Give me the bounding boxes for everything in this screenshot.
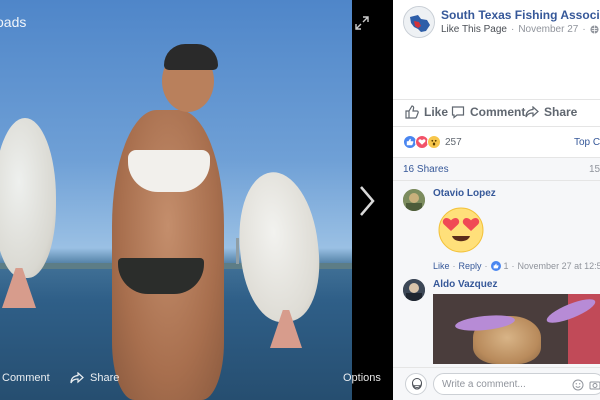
commenter-avatar[interactable] xyxy=(403,189,425,211)
comment-composer xyxy=(393,367,600,400)
downloads-label[interactable]: oads xyxy=(0,14,26,30)
share-button[interactable]: Share xyxy=(525,105,577,119)
photo-person-cap xyxy=(164,44,218,70)
post-stats-row: 16 Shares 15 xyxy=(393,157,600,181)
share-label: Share xyxy=(544,105,578,119)
photo-options-button[interactable]: Options xyxy=(343,372,381,384)
comment-author-link[interactable]: Otavio Lopez xyxy=(433,188,496,199)
comment-like-count: 1 xyxy=(503,261,509,271)
comment-bubble-icon xyxy=(451,106,465,119)
photo-share-label: Share xyxy=(90,372,120,384)
comment-gif-attachment[interactable] xyxy=(433,294,600,364)
like-page-link[interactable]: Like This Page xyxy=(441,24,507,35)
top-comments-dropdown[interactable]: Top Co xyxy=(574,137,600,148)
photo-person-bottoms xyxy=(118,258,204,294)
commenter-avatar[interactable] xyxy=(403,279,425,301)
photo-fish-left xyxy=(0,118,56,278)
comment-meta: Like · Reply · 1 · November 27 at 12:53 xyxy=(433,261,600,271)
shares-count-link[interactable]: 16 Shares xyxy=(403,164,449,175)
post-side-panel: South Texas Fishing Association Like Thi… xyxy=(393,0,600,400)
comment-meta-dot-3: · xyxy=(511,261,515,271)
like-button[interactable]: Like xyxy=(405,105,448,119)
comment-like-link[interactable]: Like xyxy=(433,261,450,271)
wow-reaction-icon xyxy=(427,135,441,149)
photo-fish-right xyxy=(232,168,326,326)
post-photo[interactable] xyxy=(0,0,352,400)
page-avatar[interactable] xyxy=(403,6,435,38)
reactions-summary[interactable]: 257 xyxy=(403,134,462,150)
post-action-bar: Like Comment Share xyxy=(393,99,600,127)
comment-meta-dot: · xyxy=(452,261,456,271)
like-label: Like xyxy=(424,105,449,119)
emoji-picker-icon[interactable] xyxy=(572,378,584,391)
comment-meta-dot-2: · xyxy=(484,261,488,271)
comments-list: Otavio Lopez Like · Reply · 1 · November… xyxy=(393,181,600,367)
photo-person-top xyxy=(128,150,210,192)
comment-like-count-icon xyxy=(490,261,501,271)
meta-separator-2: · xyxy=(582,24,586,35)
comment-author-link[interactable]: Aldo Vazquez xyxy=(433,279,497,290)
photo-comment-button[interactable]: Comment xyxy=(2,372,50,384)
photo-actions-bar: Comment Share Options xyxy=(0,366,381,392)
texas-flag-logo-icon xyxy=(404,7,434,37)
photo-share-button[interactable]: Share xyxy=(70,372,119,384)
current-user-avatar xyxy=(405,373,427,395)
page-name-link[interactable]: South Texas Fishing Association xyxy=(441,8,600,22)
share-arrow-icon xyxy=(70,372,84,384)
comment-reply-link[interactable]: Reply xyxy=(459,261,482,271)
photo-options-label: Options xyxy=(343,372,381,384)
comment-button[interactable]: Comment xyxy=(451,105,525,119)
post-date[interactable]: November 27 xyxy=(518,24,578,35)
comment-timestamp[interactable]: November 27 at 12:53 xyxy=(518,261,600,271)
heart-eyes-emoji-icon xyxy=(433,205,489,255)
comment-label: Comment xyxy=(470,105,526,119)
globe-icon xyxy=(590,25,599,34)
next-photo-arrow-icon[interactable] xyxy=(356,184,378,218)
expand-icon[interactable] xyxy=(355,16,369,30)
views-count: 15 xyxy=(589,164,600,175)
reaction-count: 257 xyxy=(445,136,462,148)
camera-icon[interactable] xyxy=(589,378,600,390)
photo-comment-label: Comment xyxy=(2,372,50,384)
share-icon xyxy=(525,106,539,118)
thumbs-up-icon xyxy=(405,105,419,119)
photo-viewer: oads Comment Share Options xyxy=(0,0,393,400)
post-meta: Like This Page · November 27 · xyxy=(441,24,599,35)
meta-separator: · xyxy=(510,24,515,35)
